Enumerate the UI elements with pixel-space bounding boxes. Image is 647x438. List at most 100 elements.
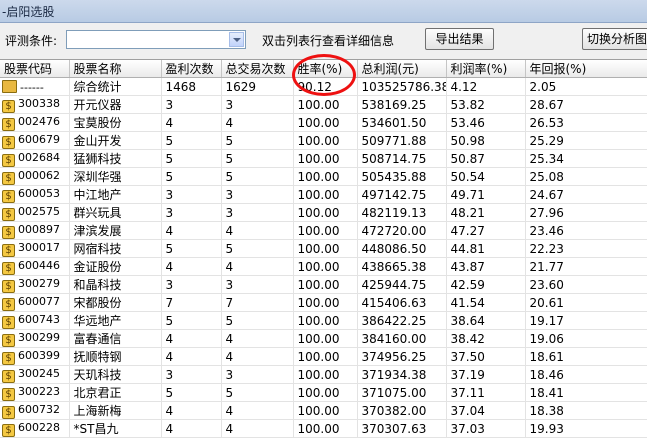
export-button[interactable]: 导出结果 (425, 28, 494, 50)
cell-annual-text: 18.46 (530, 368, 564, 382)
cell-winrate: 100.00 (293, 132, 357, 150)
cell-margin-text: 37.03 (451, 422, 485, 436)
cell-wins: 4 (161, 258, 221, 276)
col-header-wins[interactable]: 盈利次数 (161, 60, 221, 78)
cell-wins: 3 (161, 366, 221, 384)
table-row[interactable]: $600446金证股份44100.00438665.3843.8721.77 (0, 258, 647, 276)
cell-winrate-text: 100.00 (298, 260, 340, 274)
table-row[interactable]: $002476宝莫股份44100.00534601.5053.4626.53 (0, 114, 647, 132)
cell-trades: 5 (221, 384, 293, 402)
cell-annual: 25.29 (525, 132, 647, 150)
cell-name: *ST昌九 (69, 420, 161, 438)
table-row[interactable]: $002575群兴玩具33100.00482119.1348.2127.96 (0, 204, 647, 222)
table-row[interactable]: $300017网宿科技55100.00448086.5044.8122.23 (0, 240, 647, 258)
cell-wins: 1468 (161, 78, 221, 96)
table-row[interactable]: $600679金山开发55100.00509771.8850.9825.29 (0, 132, 647, 150)
cell-code: $002476 (0, 114, 69, 132)
stock-icon: $ (2, 172, 15, 185)
table-row[interactable]: $300338开元仪器33100.00538169.2553.8228.67 (0, 96, 647, 114)
table-row[interactable]: $300223北京君正55100.00371075.0037.1118.41 (0, 384, 647, 402)
cell-wins-text: 4 (166, 116, 174, 130)
cell-winrate-text: 100.00 (298, 314, 340, 328)
table-row[interactable]: ------综合统计1468162990.12103525786.384.122… (0, 78, 647, 96)
cell-profit-text: 370307.63 (362, 422, 427, 436)
cell-name: 华远地产 (69, 312, 161, 330)
cell-trades-text: 5 (226, 314, 234, 328)
cell-profit: 386422.25 (357, 312, 446, 330)
col-header-profit[interactable]: 总利润(元) (357, 60, 446, 78)
col-header-trades[interactable]: 总交易次数 (221, 60, 293, 78)
table-row[interactable]: $600732上海新梅44100.00370382.0037.0418.38 (0, 402, 647, 420)
cell-wins-text: 3 (166, 98, 174, 112)
table-row[interactable]: $002684猛狮科技55100.00508714.7550.8725.34 (0, 150, 647, 168)
stock-icon: $ (2, 352, 15, 365)
cell-annual: 25.08 (525, 168, 647, 186)
cell-code: $300279 (0, 276, 69, 294)
table-row[interactable]: $600077宋都股份77100.00415406.6341.5420.61 (0, 294, 647, 312)
cell-profit: 425944.75 (357, 276, 446, 294)
cell-code: $600228 (0, 420, 69, 438)
cell-winrate-text: 100.00 (298, 350, 340, 364)
condition-select[interactable] (66, 30, 246, 49)
cell-annual-text: 25.29 (530, 134, 564, 148)
cell-profit: 509771.88 (357, 132, 446, 150)
chevron-down-icon[interactable] (229, 32, 244, 47)
col-header-annual[interactable]: 年回报(%) (525, 60, 647, 78)
cell-profit: 384160.00 (357, 330, 446, 348)
cell-margin: 50.54 (446, 168, 525, 186)
cell-annual-text: 26.53 (530, 116, 564, 130)
cell-wins-text: 5 (166, 314, 174, 328)
table-row[interactable]: $300299富春通信44100.00384160.0038.4219.06 (0, 330, 647, 348)
cell-code: $300223 (0, 384, 69, 402)
col-header-name[interactable]: 股票名称 (69, 60, 161, 78)
cell-wins: 4 (161, 114, 221, 132)
switch-chart-button[interactable]: 切换分析图 (582, 28, 647, 50)
cell-code: $600679 (0, 132, 69, 150)
cell-wins: 5 (161, 168, 221, 186)
cell-margin: 37.19 (446, 366, 525, 384)
col-header-code[interactable]: 股票代码 (0, 60, 69, 78)
cell-profit-text: 415406.63 (362, 296, 427, 310)
cell-margin-text: 48.21 (451, 206, 485, 220)
table-row[interactable]: $600743华远地产55100.00386422.2538.6419.17 (0, 312, 647, 330)
cell-margin-text: 4.12 (451, 80, 478, 94)
cell-winrate: 100.00 (293, 240, 357, 258)
cell-profit: 370382.00 (357, 402, 446, 420)
cell-winrate: 100.00 (293, 96, 357, 114)
table-row[interactable]: $600053中江地产33100.00497142.7549.7124.67 (0, 186, 647, 204)
table-row[interactable]: $300245天玑科技33100.00371934.3837.1918.46 (0, 366, 647, 384)
cell-margin: 50.98 (446, 132, 525, 150)
cell-wins-text: 5 (166, 152, 174, 166)
cell-trades-text: 4 (226, 404, 234, 418)
col-header-margin[interactable]: 利润率(%) (446, 60, 525, 78)
cell-wins-text: 4 (166, 224, 174, 238)
cell-winrate-text: 100.00 (298, 188, 340, 202)
cell-profit-text: 534601.50 (362, 116, 427, 130)
results-table[interactable]: 股票代码 股票名称 盈利次数 总交易次数 胜率(%) 总利润(元) 利润率(%)… (0, 59, 647, 438)
cell-profit-text: 371934.38 (362, 368, 427, 382)
cell-wins-text: 3 (166, 368, 174, 382)
cell-wins-text: 5 (166, 386, 174, 400)
table-row[interactable]: $000897津滨发展44100.00472720.0047.2723.46 (0, 222, 647, 240)
cell-name-text: 综合统计 (74, 80, 122, 94)
cell-annual: 19.93 (525, 420, 647, 438)
table-row[interactable]: $000062深圳华强55100.00505435.8850.5425.08 (0, 168, 647, 186)
cell-margin: 48.21 (446, 204, 525, 222)
table-row[interactable]: $300279和晶科技33100.00425944.7542.5923.60 (0, 276, 647, 294)
cell-margin-text: 44.81 (451, 242, 485, 256)
cell-profit: 438665.38 (357, 258, 446, 276)
col-header-winrate[interactable]: 胜率(%) (293, 60, 357, 78)
cell-trades: 4 (221, 330, 293, 348)
cell-trades-text: 1629 (226, 80, 257, 94)
cell-name: 宋都股份 (69, 294, 161, 312)
cell-code: $600732 (0, 402, 69, 420)
table-row[interactable]: $600228*ST昌九44100.00370307.6337.0319.93 (0, 420, 647, 438)
cell-trades: 4 (221, 420, 293, 438)
cell-code: $600077 (0, 294, 69, 312)
cell-wins-text: 4 (166, 350, 174, 364)
cell-annual-text: 19.17 (530, 314, 564, 328)
cell-code-text: 002684 (18, 151, 60, 164)
table-row[interactable]: $600399抚顺特钢44100.00374956.2537.5018.61 (0, 348, 647, 366)
cell-wins: 3 (161, 204, 221, 222)
cell-name: 综合统计 (69, 78, 161, 96)
